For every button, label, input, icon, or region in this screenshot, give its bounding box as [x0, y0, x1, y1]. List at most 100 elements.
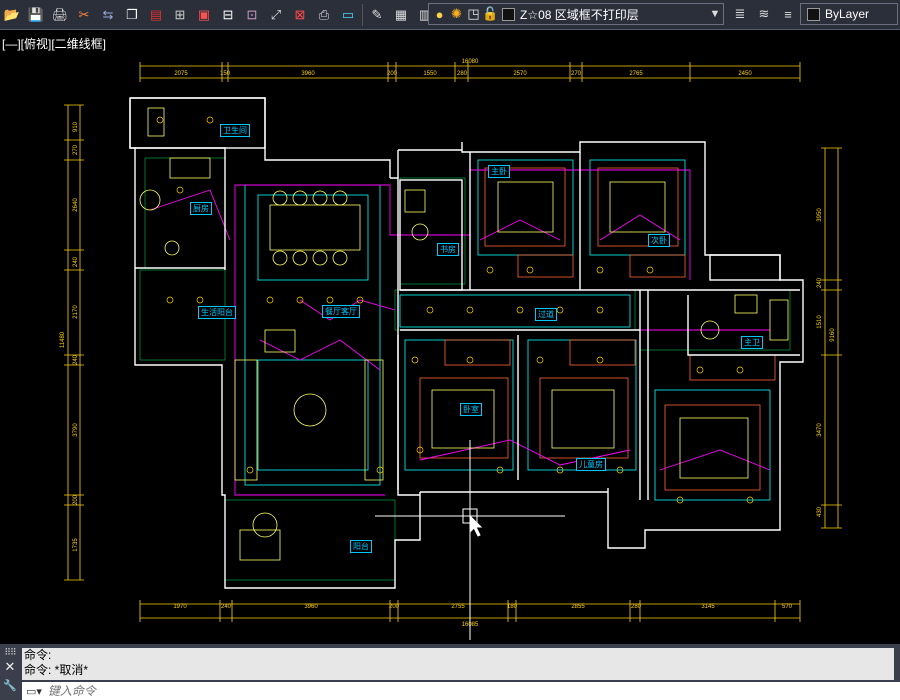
sun-icon[interactable]: ✺ — [448, 6, 465, 22]
dimension-text: 3790 — [73, 423, 79, 437]
dimension-text: 280 — [457, 71, 468, 77]
dimension-text: 240 — [221, 604, 232, 610]
light-fixture-icon — [166, 296, 174, 304]
dimension-lines — [67, 65, 839, 619]
room-label: 卧室 — [460, 403, 482, 416]
dimension-text: 2570 — [513, 71, 527, 77]
match-properties-icon[interactable]: ⇆ — [97, 4, 119, 26]
layer-tools-icon[interactable]: ▤ — [145, 4, 167, 26]
command-prompt-icon[interactable]: ▭▾ — [22, 685, 46, 698]
room-label: 生活阳台 — [198, 306, 236, 319]
monitor-icon[interactable]: ▭ — [337, 4, 359, 26]
light-fixture-icon — [536, 356, 544, 364]
drawing-canvas[interactable]: 16080 2075 150 3960 200 1550 280 2570 270 2765 245… — [0, 30, 900, 642]
array-icon[interactable]: ⊡ — [241, 4, 263, 26]
light-fixture-icon — [206, 116, 214, 124]
command-input[interactable] — [45, 682, 900, 700]
accent-layer — [419, 167, 776, 491]
light-fixture-icon — [696, 366, 704, 374]
delete-icon[interactable]: ⊠ — [289, 4, 311, 26]
light-fixture-icon — [596, 266, 604, 274]
dimension-text: 3470 — [817, 423, 823, 437]
layer-previous-icon[interactable]: ≋ — [753, 3, 775, 25]
bulb-icon[interactable]: ● — [431, 7, 448, 22]
layer-dropdown[interactable]: ● ✺ ◳ 🔓 Z☆08 区域框不打印层 ▼ — [428, 3, 724, 25]
floor-plan: 16080 2075 150 3960 200 1550 280 2570 270 2765 245… — [60, 59, 842, 640]
dimension-text: 910 — [73, 121, 79, 132]
dimension-text: 1510 — [817, 315, 823, 329]
dimension-text: 16080 — [462, 59, 479, 65]
light-fixture-icon — [326, 296, 334, 304]
light-fixture-icon — [246, 466, 254, 474]
dimension-text: 570 — [782, 604, 793, 610]
dimension-text: 280 — [631, 604, 642, 610]
dimension-text: 2755 — [451, 604, 465, 610]
room-label: 主卫 — [741, 336, 763, 349]
grip-icon[interactable]: ⠿⠿ — [4, 648, 16, 657]
layer-match-icon[interactable]: ≡ — [777, 3, 799, 25]
light-fixture-icon — [486, 266, 494, 274]
command-history: 命令: 命令: *取消* — [22, 648, 894, 680]
dimension-text: 3960 — [301, 71, 315, 77]
light-fixture-icon — [516, 306, 524, 314]
cut-icon[interactable]: ✂ — [73, 4, 95, 26]
dimension-text: 9160 — [830, 328, 836, 342]
viewport-label[interactable]: [—][俯视][二维线框] — [2, 35, 106, 52]
dimension-text: 200 — [387, 71, 398, 77]
dimension-text: 3960 — [304, 604, 318, 610]
light-fixture-icon — [156, 116, 164, 124]
dimension-text: 430 — [817, 506, 823, 517]
stretch-icon[interactable]: ⤢ — [265, 4, 287, 26]
room-label: 阳台 — [350, 540, 372, 553]
light-fixture-icon — [596, 356, 604, 364]
light-fixture-icon — [426, 306, 434, 314]
layer-name: Z☆08 区域框不打印层 — [520, 7, 639, 22]
dimension-text: 200 — [389, 604, 400, 610]
light-fixture-icon — [466, 356, 474, 364]
dimension-text: 2075 — [174, 71, 188, 77]
toolbar-buttons: 📂 💾 🖨 ✂ ⇆ ❐ ▤ ⊞ ▣ ⊟ ⊡ ⤢ ⊠ ⎙ ▭ ✎ ▦ ▥ — [0, 3, 437, 26]
room-label: 卫生间 — [220, 124, 250, 137]
lighting-layer — [156, 116, 754, 504]
light-fixture-icon — [411, 356, 419, 364]
command-input-row: ▭▾ — [22, 682, 900, 700]
layer-stack-icon[interactable]: ≣ — [729, 3, 751, 25]
room-label: 次卧 — [648, 234, 670, 247]
close-icon[interactable]: ✕ — [5, 659, 16, 675]
dimension-text: 11480 — [60, 331, 66, 348]
edit-icon[interactable]: ✎ — [366, 4, 388, 26]
copy-icon[interactable]: ❐ — [121, 4, 143, 26]
block-icon[interactable]: ⊞ — [169, 4, 191, 26]
command-history-line: 命令: *取消* — [24, 663, 89, 677]
mirror-icon[interactable]: ⊟ — [217, 4, 239, 26]
layer-state-icons: ● ✺ ◳ 🔓 — [429, 6, 499, 22]
dimension-text: 270 — [571, 71, 582, 77]
dimension-text: 2855 — [571, 604, 585, 610]
save-icon[interactable]: 💾 — [25, 4, 47, 26]
room-label: 儿童房 — [576, 458, 606, 471]
customize-icon[interactable]: 🔧 — [3, 679, 17, 692]
plot-icon[interactable]: ⎙ — [313, 4, 335, 26]
dimension-text: 2170 — [73, 305, 79, 319]
command-window: ⠿⠿ ✕ 🔧 命令: 命令: *取消* ▭▾ — [0, 644, 900, 700]
color-control-dropdown[interactable]: ByLayer — [800, 3, 898, 25]
light-fixture-icon — [526, 266, 534, 274]
region-icon[interactable]: ▣ — [193, 4, 215, 26]
room-label: 主卧 — [488, 165, 510, 178]
print-icon[interactable]: 🖨 — [49, 4, 71, 26]
dimension-text: 2765 — [629, 71, 643, 77]
room-label: 书房 — [437, 243, 459, 256]
open-folder-icon[interactable]: 📂 — [1, 4, 23, 26]
dimension-text: 240 — [73, 354, 79, 365]
padlock-icon[interactable]: 🔓 — [482, 6, 499, 22]
room-label: 厨房 — [190, 202, 212, 215]
layer-color-swatch — [502, 7, 515, 21]
dimension-text: 2640 — [73, 198, 79, 212]
lock-square-icon[interactable]: ◳ — [465, 6, 482, 22]
light-fixture-icon — [596, 306, 604, 314]
chevron-down-icon[interactable]: ▼ — [707, 8, 723, 20]
calculator-icon[interactable]: ▦ — [390, 4, 412, 26]
color-control-label: ByLayer — [825, 7, 870, 21]
light-fixture-icon — [556, 306, 564, 314]
color-swatch — [807, 7, 820, 21]
